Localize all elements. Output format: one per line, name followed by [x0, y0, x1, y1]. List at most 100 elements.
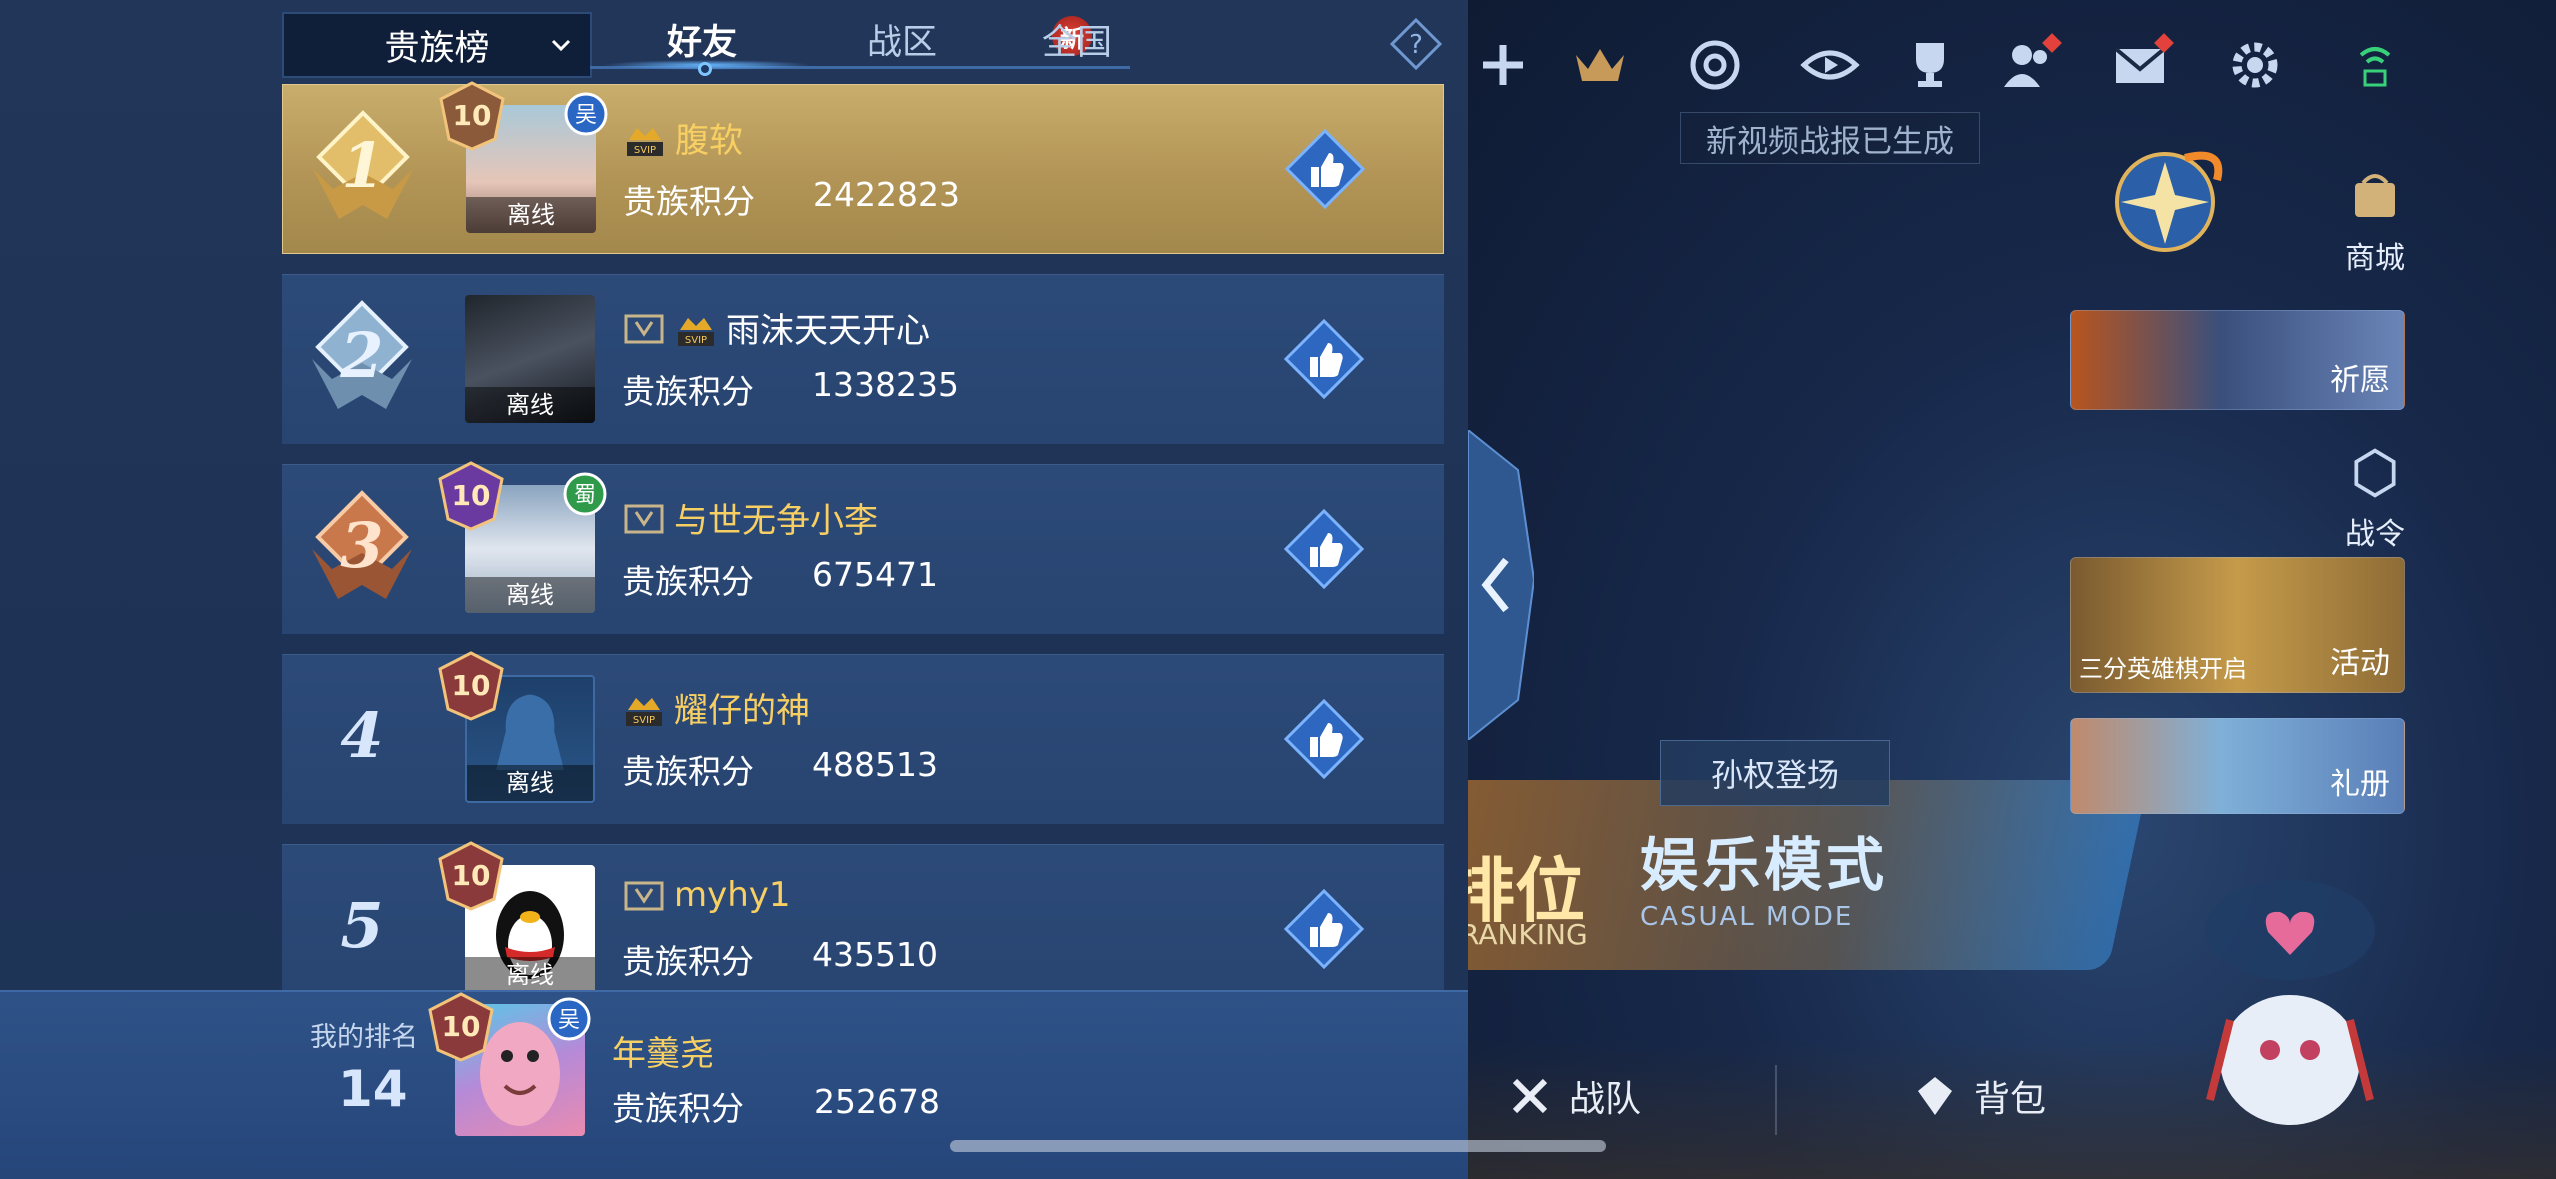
nav-divider — [1775, 1065, 1777, 1135]
score-value: 435510 — [812, 935, 938, 974]
watch-video-icon[interactable] — [1795, 30, 1865, 100]
like-button[interactable] — [1282, 697, 1366, 781]
dropdown-label: 贵族榜 — [384, 28, 490, 69]
event-logo[interactable] — [2095, 140, 2235, 280]
bag-icon — [1918, 1077, 1952, 1115]
rank-number: 4 — [340, 699, 384, 772]
mascot-character[interactable] — [2190, 870, 2390, 1150]
casual-mode-title: 娱乐模式 — [1640, 831, 1889, 899]
wifi-battery-icon — [2350, 30, 2400, 100]
ranking-row[interactable]: 4 离线 10 SVIP 耀仔的神 贵族积分 488513 — [282, 651, 1444, 824]
home-indicator[interactable] — [950, 1140, 1606, 1152]
score-label: 贵族积分 — [622, 562, 754, 601]
like-button[interactable] — [1283, 127, 1367, 211]
casual-mode-subtitle: CASUAL MODE — [1640, 902, 1854, 932]
bag-nav-button[interactable]: 背包 — [1910, 1070, 2046, 1122]
my-rank-number: 14 — [338, 1060, 408, 1118]
score-label: 贵族积分 — [622, 942, 754, 981]
friends-icon[interactable] — [1993, 30, 2063, 100]
score-label: 贵族积分 — [623, 182, 755, 221]
offline-status: 离线 — [467, 765, 593, 801]
player-name: 与世无争小李 — [674, 501, 878, 541]
bag-label: 背包 — [1974, 1079, 2047, 1120]
shop-button[interactable]: 商城 — [2320, 165, 2430, 277]
svip-icon: SVIP — [626, 697, 662, 726]
like-button[interactable] — [1282, 507, 1366, 591]
shop-icon — [2355, 174, 2395, 217]
ranking-row[interactable]: 1 离线 10 吴 SVIP 腹软 贵族积分 2422823 — [282, 81, 1444, 254]
svg-text:10: 10 — [452, 669, 491, 702]
score-value: 488513 — [812, 745, 938, 784]
svg-text:SVIP: SVIP — [633, 715, 655, 726]
ranking-tabbar: 贵族榜 好友 战区 新 全国 ? — [272, 0, 1468, 82]
ranking-row[interactable]: 5 离线 10 myhy1 贵族积分 435510 — [282, 841, 1444, 1014]
svip-icon: SVIP — [678, 317, 714, 346]
like-button[interactable] — [1282, 317, 1366, 401]
ranked-mode-subtitle: RANKING — [1460, 918, 1588, 951]
svg-text:10: 10 — [452, 479, 491, 512]
battle-pass-button[interactable]: 战令 — [2320, 445, 2430, 553]
my-score-value: 252678 — [814, 1082, 940, 1121]
battle-pass-icon — [2354, 448, 2396, 498]
trophy-icon[interactable] — [1895, 30, 1965, 100]
player-name: 腹软 — [675, 121, 743, 161]
rank-number: 1 — [341, 129, 385, 202]
casual-mode-button[interactable]: 娱乐模式 CASUAL MODE — [1640, 790, 1980, 960]
add-icon[interactable] — [1468, 30, 1538, 100]
wish-label: 祈愿 — [2330, 363, 2390, 398]
svg-text:SVIP: SVIP — [634, 145, 656, 156]
level-badge-icon: 10 — [438, 841, 504, 911]
offline-status: 离线 — [465, 577, 595, 613]
score-value: 675471 — [812, 555, 938, 594]
player-name-line: 与世无争小李 — [622, 493, 878, 542]
tab-friends[interactable]: 好友 — [652, 14, 752, 65]
target-icon[interactable] — [1680, 30, 1750, 100]
gift-card[interactable]: 礼册 — [2070, 718, 2405, 814]
video-report-notice[interactable]: 新视频战报已生成 — [1680, 112, 1980, 164]
chevron-down-icon — [551, 39, 571, 52]
my-rank-label: 我的排名 — [310, 1022, 418, 1053]
settings-gear-icon[interactable] — [2220, 30, 2290, 100]
svg-text:10: 10 — [453, 99, 492, 132]
collapse-panel-button[interactable] — [1468, 430, 1534, 740]
ranking-row[interactable]: 2 离线 SVIP 雨沫天天开心 贵族积分 1338235 — [282, 274, 1444, 444]
offline-status: 离线 — [465, 387, 595, 423]
rank-number: 2 — [340, 319, 384, 392]
offline-status: 离线 — [465, 957, 595, 993]
svip-icon: SVIP — [627, 127, 663, 156]
activity-card[interactable]: 活动 三分英雄棋开启 — [2070, 557, 2405, 693]
player-name: 雨沫天天开心 — [726, 311, 930, 351]
svg-text:蜀: 蜀 — [574, 483, 596, 508]
activity-subtitle: 三分英雄棋开启 — [2079, 655, 2247, 683]
team-nav-button[interactable]: 战队 — [1505, 1070, 1641, 1122]
shop-label: 商城 — [2345, 241, 2405, 276]
wish-card[interactable]: 祈愿 — [2070, 310, 2405, 410]
svg-text:?: ? — [1409, 30, 1423, 60]
player-name-line: SVIP 雨沫天天开心 — [622, 303, 930, 352]
player-name-line: SVIP 腹软 — [623, 113, 743, 162]
help-icon[interactable]: ? — [1390, 18, 1442, 70]
noble-badge-icon: 蜀 — [563, 472, 607, 516]
mail-icon[interactable] — [2105, 30, 2175, 100]
team-icon — [1512, 1078, 1548, 1114]
score-value: 1338235 — [812, 365, 959, 404]
team-label: 战队 — [1569, 1079, 1642, 1120]
rank-number: 3 — [340, 509, 384, 582]
ranking-type-dropdown[interactable]: 贵族榜 — [282, 12, 592, 78]
noble-card-icon — [624, 504, 664, 533]
ranking-row[interactable]: 3 离线 10 蜀 与世无争小李 贵族积分 675471 — [282, 461, 1444, 634]
tab-national[interactable]: 全国 — [1022, 14, 1132, 65]
my-player-name: 年羹尧 — [612, 1034, 714, 1074]
crown-rank-icon[interactable] — [1565, 30, 1635, 100]
player-name: 耀仔的神 — [674, 691, 810, 731]
noble-badge-icon: 吴 — [564, 92, 608, 136]
avatar[interactable]: 离线 — [465, 295, 595, 423]
svg-text:吴: 吴 — [575, 103, 597, 128]
my-level-badge-icon: 10 — [428, 992, 494, 1062]
like-button[interactable] — [1282, 887, 1366, 971]
player-name: myhy1 — [674, 875, 791, 915]
activity-label: 活动 — [2330, 646, 2390, 681]
level-badge-icon: 10 — [438, 461, 504, 531]
level-badge-icon: 10 — [439, 81, 505, 151]
tab-zone[interactable]: 战区 — [852, 14, 952, 65]
